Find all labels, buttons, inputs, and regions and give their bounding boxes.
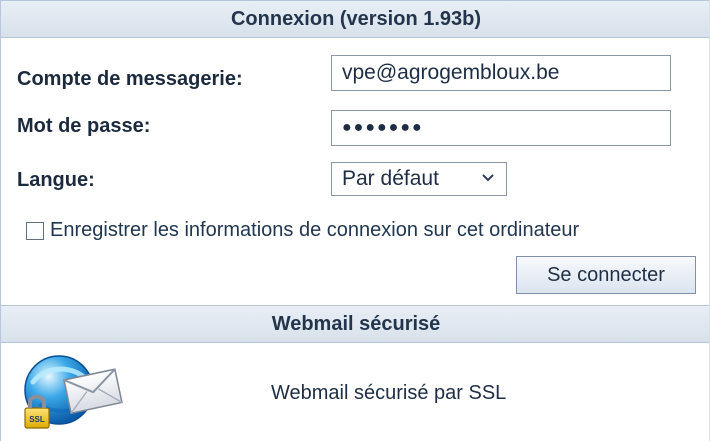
remember-label: Enregistrer les informations de connexio… — [50, 219, 580, 241]
connect-button[interactable]: Se connecter — [516, 256, 696, 294]
checkbox-icon[interactable] — [26, 221, 44, 240]
language-label: Langue: — [17, 169, 95, 191]
password-field[interactable]: ●●●●●●● — [331, 110, 671, 146]
email-value: vpe@agrogembloux.be — [342, 61, 560, 84]
login-panel: Connexion (version 1.93b) Compte de mess… — [0, 0, 710, 441]
language-value: Par défaut — [342, 167, 439, 190]
password-mask: ●●●●●●● — [342, 119, 424, 136]
connect-button-label: Se connecter — [547, 263, 665, 286]
secure-description: Webmail sécurisé par SSL — [271, 382, 507, 404]
ssl-mail-icon: SSL — [24, 355, 123, 429]
password-label: Mot de passe: — [17, 115, 151, 137]
email-label: Compte de messagerie: — [17, 68, 243, 90]
login-section-header: Connexion (version 1.93b) — [1, 0, 710, 38]
ssl-badge-text: SSL — [29, 415, 45, 424]
chevron-down-icon — [482, 174, 494, 182]
remember-row[interactable]: Enregistrer les informations de connexio… — [26, 219, 579, 242]
language-select[interactable]: Par défaut — [331, 162, 507, 196]
login-header-title: Connexion (version 1.93b) — [230, 7, 482, 30]
secure-section-header: Webmail sécurisé — [1, 305, 710, 343]
email-field[interactable]: vpe@agrogembloux.be — [331, 55, 671, 91]
secure-header-title: Webmail sécurisé — [271, 312, 441, 335]
